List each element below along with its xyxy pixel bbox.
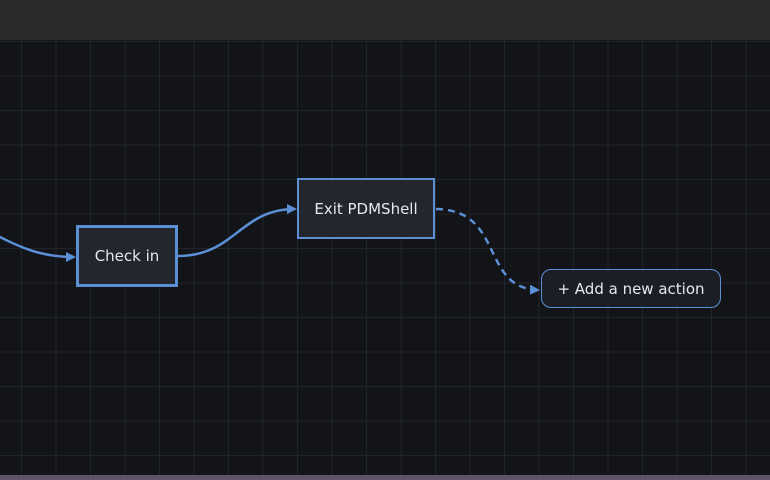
node-check-in-label: Check in	[94, 247, 160, 265]
node-check-in[interactable]: Check in	[76, 225, 178, 287]
edge-check-in-to-exit-pdmshell	[177, 204, 297, 258]
edge-exit-pdmshell-to-add-action	[435, 207, 540, 295]
node-exit-pdmshell[interactable]: Exit PDMShell	[297, 178, 435, 239]
node-exit-pdmshell-label: Exit PDMShell	[314, 199, 418, 218]
add-new-action-label: + Add a new action	[557, 279, 705, 298]
edge-incoming-to-check-in	[0, 235, 76, 262]
add-new-action-button[interactable]: + Add a new action	[541, 269, 721, 308]
workflow-canvas[interactable]: Check in Exit PDMShell + Add a new actio…	[0, 40, 770, 475]
bottom-status-strip	[0, 475, 770, 480]
top-toolbar	[0, 0, 770, 41]
